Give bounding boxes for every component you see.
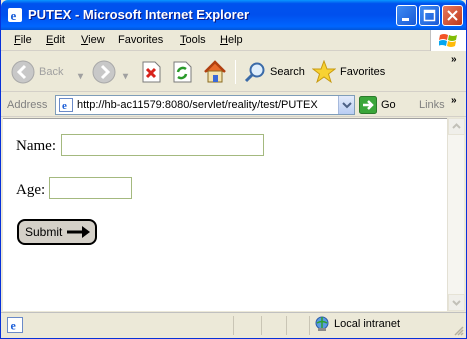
- go-label: Go: [381, 99, 396, 111]
- windows-logo: [430, 30, 466, 51]
- menu-help-key: H: [220, 34, 228, 46]
- address-dropdown-button[interactable]: [338, 96, 354, 114]
- menu-help[interactable]: Help: [220, 34, 243, 46]
- back-button[interactable]: Back: [11, 58, 63, 86]
- window-title: PUTEX - Microsoft Internet Explorer: [28, 7, 250, 22]
- resize-grip-icon[interactable]: [452, 324, 464, 336]
- svg-text:e: e: [11, 319, 17, 333]
- favorites-button[interactable]: Favorites: [312, 58, 385, 86]
- links-label: Links: [419, 99, 445, 111]
- back-arrow-icon: [11, 60, 35, 84]
- page-status-icon: e: [7, 317, 23, 333]
- menu-favorites[interactable]: Favorites: [118, 34, 163, 46]
- search-icon: [244, 62, 265, 83]
- security-zone[interactable]: Local intranet: [314, 316, 400, 332]
- address-url: http://hb-ac11579:8080/servlet/reality/t…: [77, 99, 318, 111]
- standard-toolbar: Back ▾ ▾ Search Favorites »: [1, 52, 466, 92]
- status-pane: [233, 316, 234, 335]
- menu-tools[interactable]: Tools: [180, 34, 206, 46]
- page-content: Name: Age: Submit: [3, 118, 447, 311]
- back-label: Back: [39, 66, 64, 78]
- name-label: Name:: [16, 138, 56, 154]
- svg-text:e: e: [62, 100, 67, 112]
- search-button[interactable]: Search: [244, 58, 305, 86]
- back-dropdown-icon[interactable]: ▾: [78, 71, 83, 82]
- chevron-up-icon: [452, 123, 461, 129]
- menu-file-key: F: [14, 34, 21, 46]
- maximize-icon: [423, 9, 436, 22]
- submit-button[interactable]: Submit: [17, 219, 97, 245]
- toolbar-separator: [235, 60, 236, 84]
- vertical-scrollbar[interactable]: [447, 118, 465, 311]
- star-icon: [312, 60, 336, 84]
- menu-file[interactable]: File: [14, 34, 32, 46]
- home-icon: [204, 60, 226, 83]
- menu-edit[interactable]: Edit: [46, 34, 65, 46]
- menu-bar: File Edit View Favorites Tools Help: [1, 30, 466, 51]
- scroll-down-button[interactable]: [448, 294, 465, 311]
- status-pane: [309, 316, 310, 335]
- links-overflow-icon[interactable]: »: [451, 95, 457, 106]
- ie-icon: e: [8, 8, 22, 23]
- links-button[interactable]: Links: [419, 99, 445, 111]
- refresh-icon: [173, 61, 192, 83]
- page-icon: e: [59, 98, 73, 112]
- menu-file-label: ile: [20, 34, 32, 46]
- address-field[interactable]: e http://hb-ac11579:8080/servlet/reality…: [55, 95, 355, 115]
- scroll-up-button[interactable]: [448, 118, 465, 135]
- menu-help-label: elp: [227, 34, 243, 46]
- zone-label: Local intranet: [334, 318, 401, 330]
- browser-window: e PUTEX - Microsoft Internet Explorer Fi…: [0, 0, 467, 339]
- favorites-label: Favorites: [340, 66, 386, 78]
- refresh-button[interactable]: [171, 58, 193, 86]
- search-label: Search: [270, 66, 305, 78]
- stop-button[interactable]: [140, 58, 162, 86]
- maximize-button[interactable]: [419, 5, 440, 26]
- submit-label: Submit: [25, 225, 63, 239]
- minimize-button[interactable]: [396, 5, 417, 26]
- menu-view-label: iew: [88, 34, 105, 46]
- menu-favorites-label: Favorites: [118, 34, 164, 46]
- menu-tools-label: ools: [185, 34, 206, 46]
- age-input[interactable]: [49, 177, 132, 199]
- status-bar: e Local intranet: [1, 312, 466, 338]
- stop-icon: [142, 61, 161, 83]
- status-pane: [261, 316, 262, 335]
- status-pane: [286, 316, 287, 335]
- menu-edit-label: dit: [53, 34, 65, 46]
- go-arrow-icon: [359, 96, 377, 114]
- intranet-icon: [315, 316, 329, 331]
- forward-arrow-icon: [92, 60, 116, 84]
- address-bar: Address e http://hb-ac11579:8080/servlet…: [1, 93, 466, 117]
- chevron-down-icon: [342, 102, 352, 109]
- name-input[interactable]: [61, 134, 264, 156]
- forward-button[interactable]: [92, 58, 116, 86]
- minimize-icon: [402, 18, 409, 21]
- chevron-down-icon: [452, 300, 461, 306]
- forward-dropdown-icon[interactable]: ▾: [123, 71, 128, 82]
- home-button[interactable]: [202, 58, 228, 86]
- windows-flag-icon: [439, 34, 457, 47]
- age-label: Age:: [16, 182, 46, 198]
- close-button[interactable]: [442, 5, 463, 26]
- svg-text:e: e: [11, 8, 17, 23]
- title-bar[interactable]: e PUTEX - Microsoft Internet Explorer: [1, 0, 466, 30]
- address-label: Address: [7, 99, 48, 111]
- menu-view[interactable]: View: [81, 34, 105, 46]
- go-button[interactable]: Go: [359, 96, 396, 114]
- arrow-right-icon: [67, 226, 91, 238]
- toolbar-overflow-icon[interactable]: »: [451, 54, 457, 65]
- close-icon: [447, 10, 458, 21]
